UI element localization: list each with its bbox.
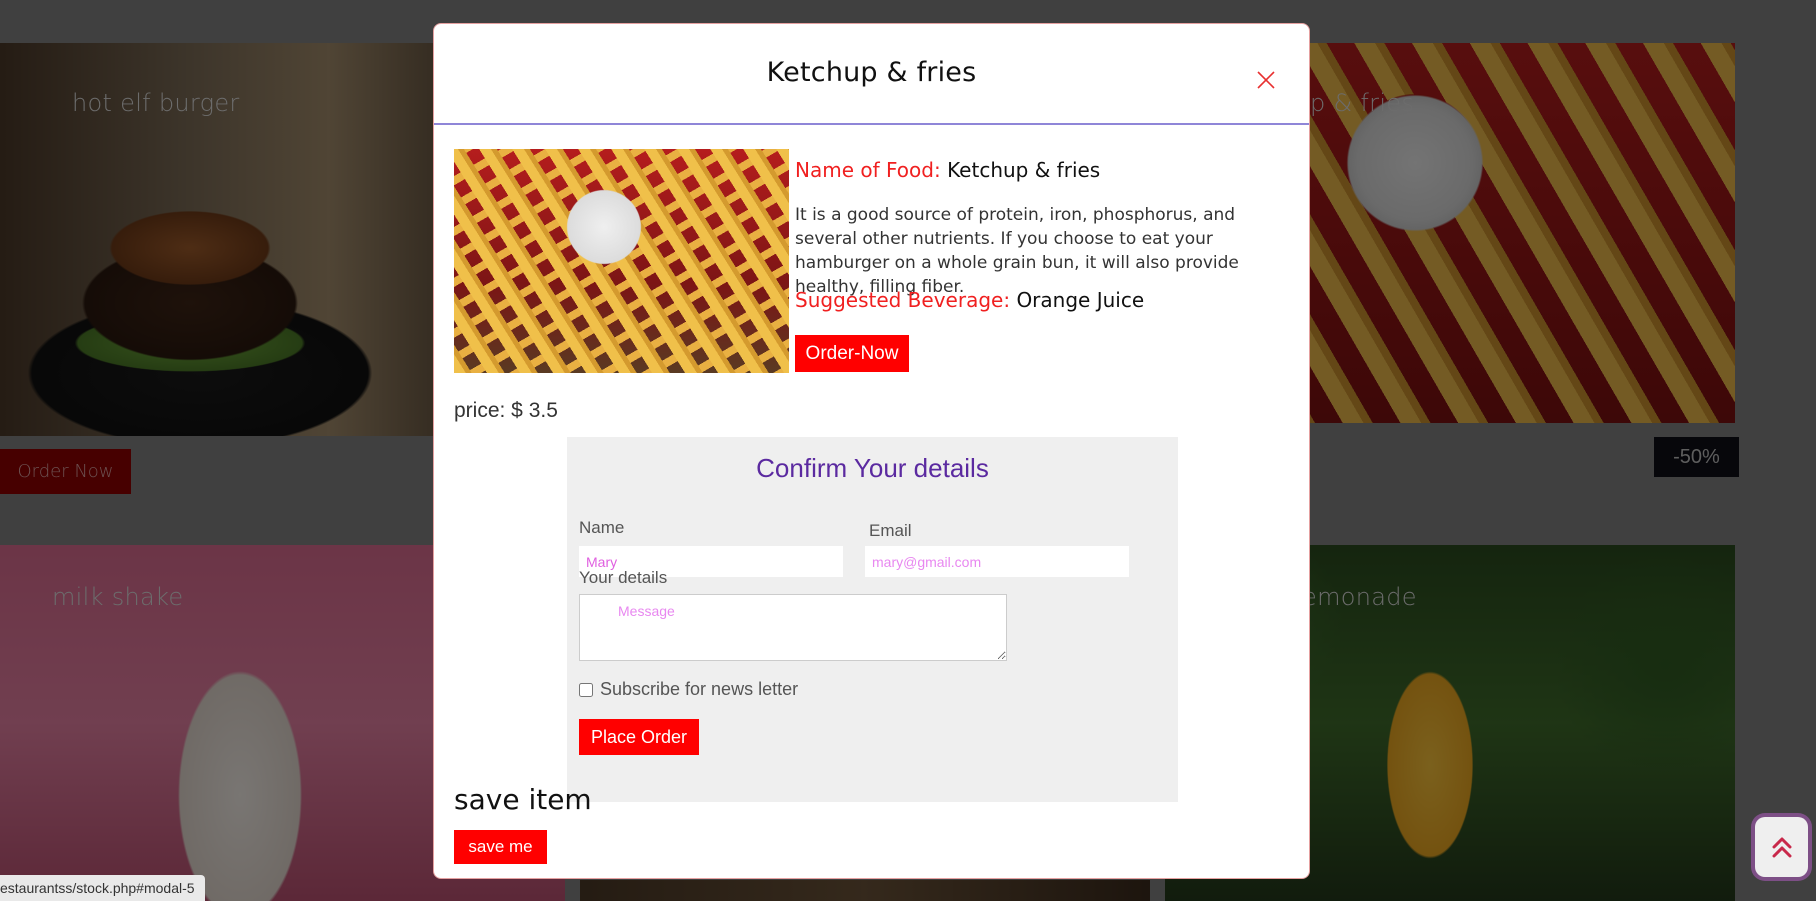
- subscribe-checkbox[interactable]: [579, 682, 593, 697]
- double-chevron-up-icon: [1772, 837, 1791, 858]
- food-modal: Ketchup & fries Name of Food: Ketchup & …: [433, 23, 1310, 879]
- beverage-value: Orange Juice: [1016, 288, 1145, 312]
- price-label: price: $ 3.5: [454, 399, 558, 422]
- beverage-line: Suggested Beverage: Orange Juice: [795, 288, 1144, 312]
- close-icon[interactable]: [1255, 69, 1277, 91]
- place-order-button[interactable]: Place Order: [579, 719, 699, 755]
- save-me-button[interactable]: save me: [454, 830, 547, 864]
- subscribe-option[interactable]: Subscribe for news letter: [579, 679, 798, 700]
- order-now-button[interactable]: Order-Now: [795, 335, 909, 372]
- beverage-key: Suggested Beverage:: [795, 288, 1011, 312]
- status-bar-url: estaurantss/stock.php#modal-5: [0, 875, 205, 901]
- modal-header: Ketchup & fries: [434, 24, 1309, 125]
- food-name-key: Name of Food:: [795, 158, 941, 182]
- email-field[interactable]: [865, 546, 1129, 577]
- form-title: Confirm Your details: [756, 453, 989, 483]
- modal-title: Ketchup & fries: [766, 57, 977, 88]
- details-label: Your details: [579, 568, 668, 587]
- food-name-line: Name of Food: Ketchup & fries: [795, 158, 1100, 182]
- food-description: It is a good source of protein, iron, ph…: [795, 205, 1239, 297]
- food-photo: [454, 149, 789, 373]
- message-textarea[interactable]: [579, 594, 1007, 661]
- name-label: Name: [579, 518, 625, 537]
- scroll-to-top-button[interactable]: [1755, 817, 1808, 877]
- food-name-value: Ketchup & fries: [947, 158, 1101, 182]
- save-item-heading: save item: [454, 783, 592, 816]
- subscribe-label: Subscribe for news letter: [600, 679, 799, 699]
- email-label: Email: [869, 521, 912, 540]
- confirm-details-form: Confirm Your details Name Email Your det…: [567, 437, 1178, 802]
